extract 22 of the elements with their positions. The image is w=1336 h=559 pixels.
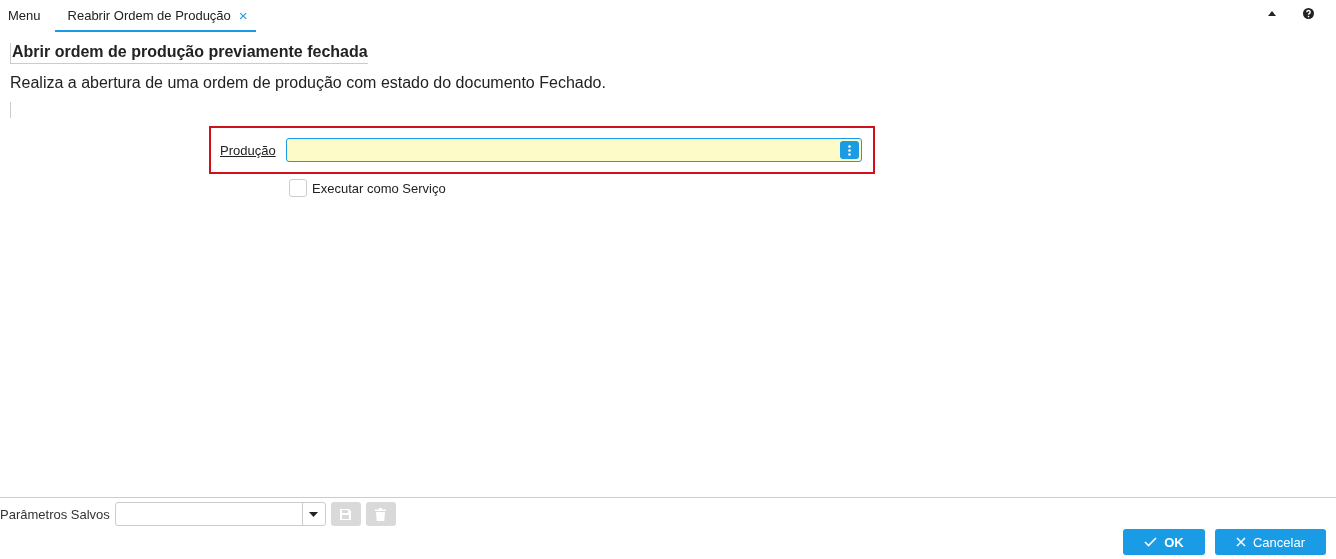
cancel-button[interactable]: Cancelar (1215, 529, 1326, 555)
checkbox-label: Executar como Serviço (312, 180, 446, 196)
more-icon (848, 144, 851, 156)
save-icon (340, 508, 352, 520)
page-description: Realiza a abertura de uma ordem de produção com estado do documento Fechado. (10, 74, 607, 92)
close-icon (1236, 537, 1246, 547)
close-icon[interactable]: × (238, 9, 248, 22)
field-label: Produção (220, 142, 276, 158)
saved-parameters-label: Parâmetros Salvos (0, 506, 110, 522)
saved-parameters-dropdown[interactable] (114, 502, 326, 526)
page-title: Abrir ordem de produção previamente fechada (10, 43, 368, 64)
tab[interactable]: Reabrir Ordem de Produção × (54, 0, 256, 32)
production-field[interactable] (286, 138, 862, 162)
help-icon[interactable] (1303, 8, 1314, 19)
more-options-button[interactable] (840, 141, 859, 159)
caret-icon (309, 511, 319, 517)
trash-icon (375, 507, 387, 521)
checkbox[interactable] (289, 179, 307, 197)
check-icon (1144, 537, 1158, 547)
tab[interactable]: Menu (0, 0, 49, 32)
ok-button[interactable]: OK (1123, 529, 1205, 555)
collapse-icon[interactable] (1268, 11, 1276, 16)
